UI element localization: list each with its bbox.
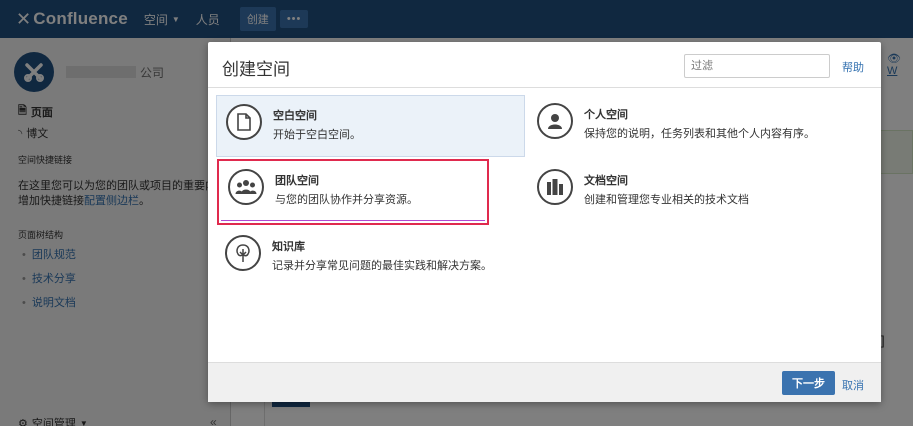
tile-knowledge-base[interactable]: 知识库 记录并分享常见问题的最佳实践和解决方案。 [216,227,525,289]
tile-title: 个人空间 [584,109,628,121]
tile-team-space[interactable]: 团队空间 与您的团队协作并分享资源。 [217,159,489,225]
dialog-header: 创建空间 帮助 [208,42,881,88]
tile-description: 记录并分享常见问题的最佳实践和解决方案。 [272,260,492,272]
help-link[interactable]: 帮助 [842,59,864,75]
tile-description: 开始于空白空间。 [273,129,361,141]
tree-icon [225,235,261,271]
tile-title: 知识库 [272,241,305,253]
dialog-footer: 下一步 取消 [208,362,881,402]
blank-page-icon [226,104,262,140]
tile-title: 文档空间 [584,175,628,187]
tile-description: 创建和管理您专业相关的技术文档 [584,194,749,206]
tile-description: 保持您的说明，任务列表和其他个人内容有序。 [584,128,815,140]
documentation-icon [537,169,573,205]
tile-title: 团队空间 [275,175,319,187]
tile-documentation-space[interactable]: 文档空间 创建和管理您专业相关的技术文档 [528,161,837,223]
tile-title: 空白空间 [273,110,317,122]
tile-description: 与您的团队协作并分享资源。 [275,194,418,206]
filter-input[interactable] [684,54,830,78]
dialog-title: 创建空间 [222,60,290,79]
team-icon [228,169,264,205]
next-button[interactable]: 下一步 [782,371,835,395]
tile-blank-space[interactable]: 空白空间 开始于空白空间。 [216,95,525,157]
person-icon [537,103,573,139]
space-template-list: 空白空间 开始于空白空间。 个人空间 保持您的说明，任务列表和其他个人内容有序。 [208,89,881,362]
tile-personal-space[interactable]: 个人空间 保持您的说明，任务列表和其他个人内容有序。 [528,95,837,157]
focus-underline [221,220,485,221]
create-space-dialog: 创建空间 帮助 空白空间 开始于空白空间。 [208,42,881,402]
cancel-link[interactable]: 取消 [842,377,864,393]
